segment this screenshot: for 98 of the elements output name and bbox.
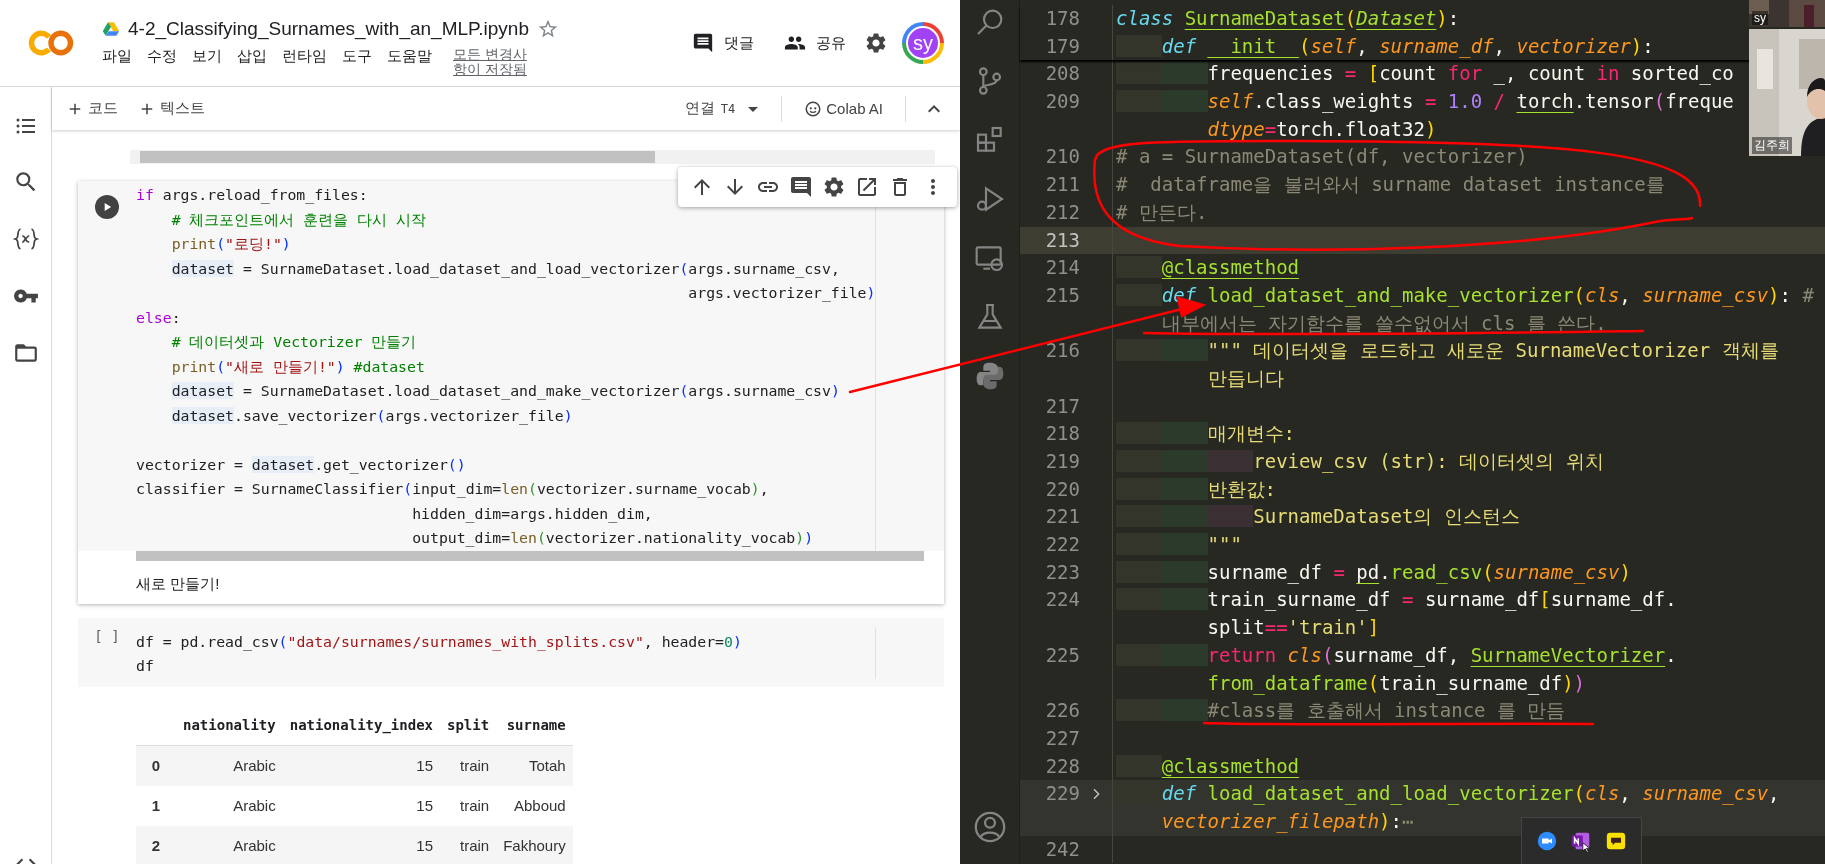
add-cell-button[interactable]: 텍스트 <box>132 95 211 122</box>
code-line: 만듭니다 <box>1112 364 1825 393</box>
line-number: 226 <box>1044 698 1080 724</box>
code-line: # dataframe을 불러와서 surname dataset instance를 <box>1112 171 1825 199</box>
line-number: 215 <box>1044 282 1080 308</box>
code-line: # 만든다. <box>1112 198 1825 227</box>
code-line: # 체크포인트에서 훈련을 다시 시작 <box>170 209 427 230</box>
notebook-title[interactable]: 4-2_Classifying_Surnames_with_an_MLP.ipynb <box>128 17 529 40</box>
line-number: 209 <box>1044 89 1080 115</box>
table-cell: Arabic <box>176 745 283 786</box>
table-cell: Totah <box>496 745 573 786</box>
code-line: surname_df = pd.read_csv(surname_csv) <box>1112 558 1825 587</box>
line-number: 217 <box>1044 393 1080 419</box>
toolbar-button[interactable]: 공유 <box>772 24 858 62</box>
toolbar-button[interactable]: 댓글 <box>680 24 766 62</box>
code-line: """ 데이터셋을 로드하고 새로운 SurnameVectorizer 객체를 <box>1112 337 1825 365</box>
column-header: split <box>440 704 497 745</box>
line-number: 213 <box>1044 227 1080 253</box>
colab-ai-button[interactable]: Colab AI <box>798 95 889 122</box>
menu-item[interactable]: 도움말 <box>387 46 432 66</box>
row-index: 0 <box>136 745 176 786</box>
menu-item[interactable]: 보기 <box>192 46 222 66</box>
code-line: vectorizer = dataset.get_vectorizer() <box>136 454 466 476</box>
line-number: 227 <box>1044 725 1080 751</box>
column-header: surname <box>496 704 573 745</box>
code-line: def load_dataset_and_load_vectorizer(cls, surname_csv, <box>1112 780 1825 808</box>
line-number: 179 <box>1044 33 1080 59</box>
menu-item[interactable]: 도구 <box>342 46 372 66</box>
code-line: from_dataframe(train_surname_df)) <box>1112 669 1825 698</box>
code-line: hidden_dim=args.hidden_dim, <box>411 503 653 525</box>
code-line: df <box>136 656 154 676</box>
code-line: dataset.save_vectorizer(args.vectorizer_file) <box>170 405 573 427</box>
code-line: return cls(surname_df, SurnameVectorizer. <box>1112 641 1825 670</box>
menu-item[interactable]: 런타임 <box>282 46 327 66</box>
line-number: 228 <box>1044 753 1080 779</box>
table-cell: 15 <box>282 785 440 826</box>
code-line: else: <box>136 307 181 328</box>
table-cell: Arabic <box>176 825 283 864</box>
code-line: train_surname_df = surname_df[surname_df. <box>1112 586 1825 615</box>
code-line: 매개변수: <box>1112 420 1825 448</box>
line-number: 218 <box>1044 421 1080 447</box>
save-status-link[interactable]: 모든 변경사항이 저장됨 <box>453 46 539 75</box>
line-number: 219 <box>1044 449 1080 474</box>
row-index: 1 <box>136 785 176 826</box>
code-line: @classmethod <box>1112 254 1825 282</box>
line-number: 220 <box>1044 476 1080 502</box>
menu-item[interactable]: 수정 <box>147 46 177 66</box>
code-line: review_csv (str): 데이터셋의 위치 <box>1112 448 1825 476</box>
line-number: 221 <box>1044 504 1080 530</box>
line-number: 212 <box>1044 199 1080 225</box>
code-line: SurnameDataset의 인스턴스 <box>1112 503 1825 532</box>
line-number: 222 <box>1044 532 1080 558</box>
line-number: 229 <box>1044 781 1080 807</box>
code-line: if args.reload_from_files: <box>136 185 368 206</box>
code-line: args.vectorizer_file) <box>687 283 876 304</box>
row-index: 2 <box>136 825 176 864</box>
code-line: dataset = SurnameDataset.load_dataset_and_load_vectorizer(args.surname_csv, <box>170 258 840 280</box>
menu-item[interactable]: 삽입 <box>237 46 267 66</box>
code-line: classifier = SurnameClassifier(input_dim=len(vectorizer.surname_vocab), <box>136 479 769 500</box>
code-line: print("새로 만들기!") #dataset <box>170 356 425 377</box>
line-number: 216 <box>1044 338 1080 364</box>
line-number: 208 <box>1044 61 1080 87</box>
line-number: 210 <box>1044 144 1080 170</box>
code-line: df = pd.read_csv("data/surnames/surnames_with_splits.csv", header=0) <box>136 631 742 653</box>
code-line: """ <box>1112 531 1825 559</box>
code-line: dataset = SurnameDataset.load_dataset_and_make_vectorizer(args.surname_csv) <box>170 381 840 402</box>
runtime-status[interactable]: 연결 <box>684 99 715 118</box>
runtime-type: T4 <box>720 101 736 116</box>
participant-name: sy <box>1752 11 1768 25</box>
line-number: 242 <box>1044 836 1080 862</box>
menu-item[interactable]: 파일 <box>102 46 132 66</box>
code-line: print("로딩!") <box>170 234 291 254</box>
code-line: 반환값: <box>1112 475 1825 504</box>
table-cell: train <box>440 745 497 786</box>
code-line: output_dim=len(vectorizer.nationality_vocab)) <box>411 528 814 549</box>
column-header: nationality <box>176 704 283 745</box>
line-number: 224 <box>1044 587 1080 613</box>
line-number: 211 <box>1044 172 1080 198</box>
table-cell: 15 <box>282 745 440 786</box>
table-cell: train <box>440 785 497 826</box>
column-header: nationality_index <box>282 704 440 745</box>
code-cell[interactable]: [ ] df = pd.read_csv("data/surnames/surnames_with_splits.csv", header=0) df <box>78 617 944 687</box>
table-cell: train <box>440 825 497 864</box>
table-cell: 15 <box>282 825 440 864</box>
table-cell: Fakhoury <box>496 825 573 864</box>
code-line: split=='train'] <box>1112 614 1825 642</box>
table-cell: Arabic <box>176 785 283 826</box>
table-cell: Abboud <box>496 785 573 826</box>
line-number: 223 <box>1044 559 1080 585</box>
code-line: #class를 호출해서 instance 를 만듬 <box>1112 697 1825 725</box>
line-number: 225 <box>1044 642 1080 668</box>
add-cell-button[interactable]: 코드 <box>60 95 124 122</box>
avatar[interactable]: sy <box>906 26 940 60</box>
cell-output: 새로 만들기! <box>135 573 221 594</box>
line-number: 214 <box>1044 255 1080 281</box>
code-line: # 데이터셋과 Vectorizer 만들기 <box>170 332 417 352</box>
line-number: 178 <box>1044 6 1080 31</box>
execution-prompt: [ ] <box>94 627 120 646</box>
